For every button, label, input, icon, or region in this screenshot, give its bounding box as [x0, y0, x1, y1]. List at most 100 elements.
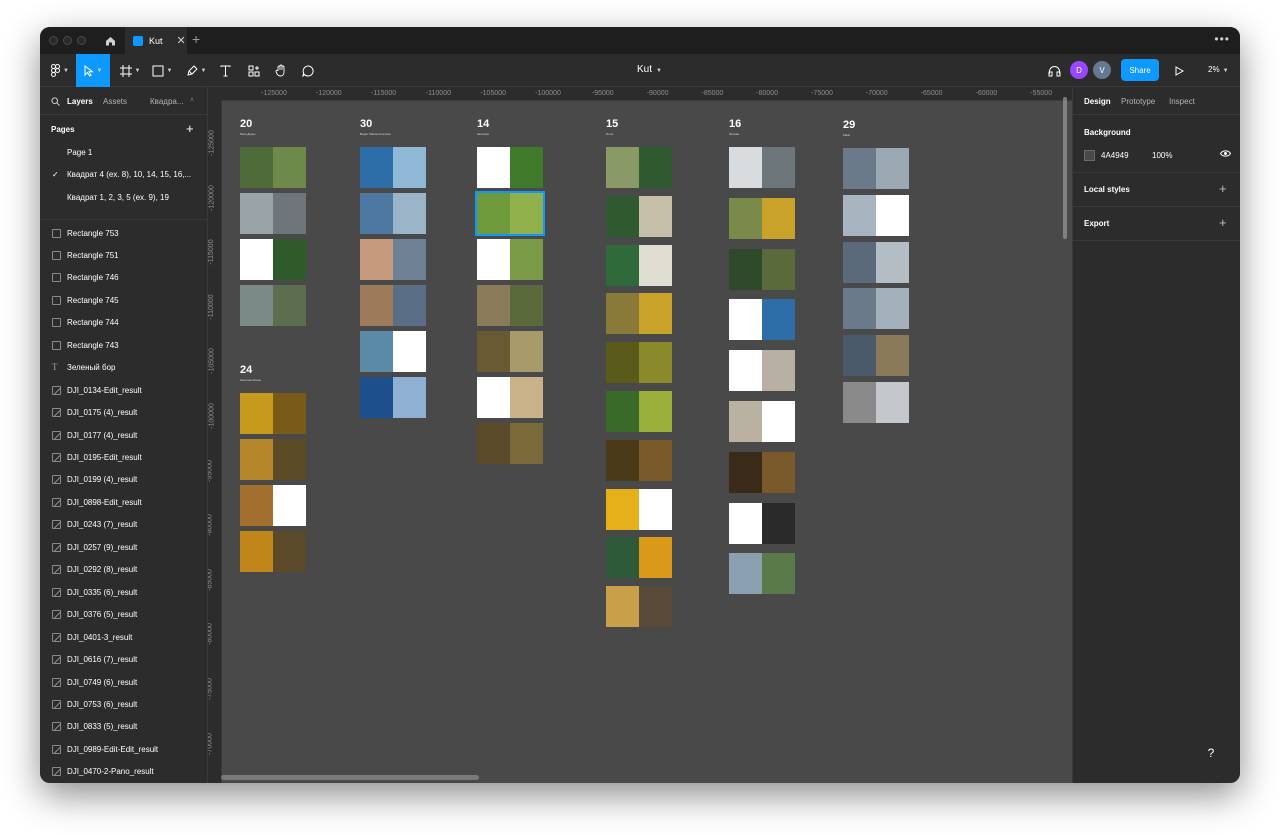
photo-frame[interactable] — [606, 244, 672, 286]
tab-layers[interactable]: Layers — [67, 97, 93, 106]
photo-frame[interactable] — [477, 147, 543, 188]
canvas[interactable]: -125000 -120000 -115000 -110000 -105000 -1000… — [208, 87, 1072, 783]
layer-item[interactable]: DJI_0199 (4)_result — [40, 469, 207, 491]
add-export-icon[interactable]: + — [1219, 215, 1227, 230]
page-item[interactable]: Квадрат 4 (ex. 8), 10, 14, 15, 16,... — [67, 170, 195, 179]
layer-item[interactable]: DJI_0335 (6)_result — [40, 581, 207, 603]
close-tab-icon[interactable]: ✕ — [177, 34, 186, 47]
photo-frame[interactable] — [843, 382, 909, 423]
photo-frame[interactable] — [240, 239, 306, 280]
photo-frame[interactable] — [360, 239, 426, 280]
layer-item[interactable]: DJI_0898-Edit_result — [40, 491, 207, 513]
frame-group-label[interactable]: 24 — [240, 364, 252, 376]
photo-frame[interactable] — [729, 248, 795, 290]
tab-design[interactable]: Design — [1084, 97, 1111, 106]
photo-frame[interactable] — [360, 147, 426, 188]
move-tool-button[interactable]: ▼ — [76, 54, 110, 87]
photo-frame[interactable] — [729, 451, 795, 493]
photo-frame[interactable] — [240, 485, 306, 526]
pen-tool-button[interactable]: ▼ — [182, 54, 210, 87]
photo-frame[interactable] — [729, 553, 795, 595]
file-tab[interactable]: Kut ✕ — [125, 27, 187, 54]
search-icon[interactable] — [51, 97, 60, 106]
photo-frame[interactable] — [477, 377, 543, 418]
photo-frame[interactable] — [606, 293, 672, 335]
chevron-up-icon[interactable]: ˄ — [190, 97, 194, 104]
photo-frame[interactable] — [843, 335, 909, 377]
layer-item[interactable]: DJI_0292 (8)_result — [40, 559, 207, 581]
layer-item[interactable]: DJI_0257 (9)_result — [40, 536, 207, 558]
background-opacity-input[interactable]: 100% — [1152, 151, 1172, 160]
tab-page-selector[interactable]: Квадра... — [150, 97, 184, 106]
page-item[interactable]: Page 1 — [67, 148, 195, 157]
photo-frame[interactable] — [729, 147, 795, 188]
photo-frame[interactable] — [240, 531, 306, 572]
layer-item[interactable]: DJI_0376 (5)_result — [40, 604, 207, 626]
zoom-menu[interactable]: 2% ▼ — [1208, 65, 1229, 74]
layer-item[interactable]: DJI_0177 (4)_result — [40, 424, 207, 446]
layer-item[interactable]: Rectangle 746 — [40, 267, 207, 289]
help-button[interactable]: ? — [1198, 740, 1224, 766]
add-page-icon[interactable]: + — [186, 121, 194, 136]
photo-frame[interactable] — [843, 194, 909, 236]
frame-group-label[interactable]: 30 — [360, 118, 372, 130]
layer-item[interactable]: Rectangle 745 — [40, 289, 207, 311]
vertical-scrollbar[interactable] — [1063, 97, 1067, 239]
photo-frame[interactable] — [843, 148, 909, 189]
shape-tool-button[interactable]: ▼ — [148, 54, 176, 87]
close-window-button[interactable] — [49, 36, 58, 45]
present-button[interactable] — [1170, 54, 1188, 87]
photo-frame[interactable] — [477, 423, 543, 464]
minimize-window-button[interactable] — [63, 36, 72, 45]
photo-frame[interactable] — [729, 502, 795, 544]
layer-item[interactable]: DJI_0616 (7)_result — [40, 649, 207, 671]
layer-item[interactable]: Rectangle 744 — [40, 312, 207, 334]
more-menu-button[interactable]: ••• — [1214, 32, 1230, 46]
layer-item[interactable]: DJI_0753 (6)_result — [40, 693, 207, 715]
zoom-window-button[interactable] — [77, 36, 86, 45]
background-hex-input[interactable]: 4A4949 — [1101, 151, 1129, 160]
tab-assets[interactable]: Assets — [103, 97, 127, 106]
avatar[interactable]: D — [1070, 61, 1088, 79]
frame-group-label[interactable]: 15 — [606, 118, 618, 130]
layer-item[interactable]: Rectangle 751 — [40, 244, 207, 266]
eye-icon[interactable] — [1220, 149, 1231, 158]
photo-frame[interactable] — [843, 288, 909, 330]
photo-frame[interactable] — [477, 239, 543, 280]
tab-inspect[interactable]: Inspect — [1169, 97, 1195, 106]
photo-frame[interactable] — [360, 285, 426, 326]
photo-frame[interactable] — [360, 193, 426, 234]
photo-frame[interactable] — [606, 195, 672, 237]
layer-item[interactable]: Rectangle 743 — [40, 334, 207, 356]
photo-frame[interactable] — [729, 401, 795, 442]
layer-item[interactable]: DJI_0749 (6)_result — [40, 671, 207, 693]
layer-item[interactable]: DJI_0470-2-Pano_result — [40, 761, 207, 783]
photo-frame[interactable] — [606, 488, 672, 530]
add-style-icon[interactable]: + — [1219, 181, 1227, 196]
document-title[interactable]: Kut ▼ — [637, 64, 662, 75]
layer-item[interactable]: DJI_0243 (7)_result — [40, 514, 207, 536]
photo-frame[interactable] — [477, 331, 543, 372]
photo-frame[interactable] — [606, 586, 672, 628]
photo-frame[interactable] — [729, 299, 795, 341]
layer-item[interactable]: T Зеленый бор — [40, 357, 207, 379]
frame-tool-button[interactable]: ▼ — [116, 54, 144, 87]
frame-group-label[interactable]: 20 — [240, 118, 252, 130]
photo-frame[interactable] — [475, 191, 545, 236]
photo-frame[interactable] — [477, 285, 543, 326]
photo-frame[interactable] — [606, 342, 672, 384]
photo-frame[interactable] — [240, 193, 306, 234]
frame-group-label[interactable]: 14 — [477, 118, 489, 130]
layer-item[interactable]: DJI_0195-Edit_result — [40, 447, 207, 469]
page-item[interactable]: Квадрат 1, 2, 3, 5 (ex. 9), 19 — [67, 193, 195, 202]
photo-frame[interactable] — [729, 197, 795, 239]
background-color-swatch[interactable] — [1084, 150, 1095, 161]
hand-tool-button[interactable] — [270, 54, 292, 87]
new-tab-button[interactable]: + — [192, 31, 200, 47]
share-button[interactable]: Share — [1121, 59, 1159, 81]
photo-frame[interactable] — [606, 439, 672, 481]
layer-item[interactable]: DJI_0134-Edit_result — [40, 379, 207, 401]
audio-button[interactable] — [1044, 54, 1064, 87]
layer-item[interactable]: Rectangle 753 — [40, 222, 207, 244]
photo-frame[interactable] — [240, 147, 306, 188]
